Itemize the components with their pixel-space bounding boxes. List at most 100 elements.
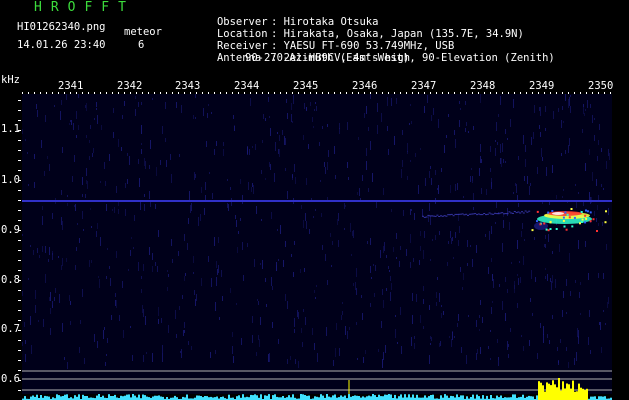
noise-speck	[125, 183, 126, 188]
noise-speck	[493, 279, 494, 288]
noise-speck	[423, 326, 424, 329]
noise-speck	[252, 146, 253, 148]
noise-speck	[327, 162, 328, 170]
noise-speck	[441, 313, 442, 318]
echo-trail	[499, 212, 502, 214]
noise-speck	[380, 250, 381, 258]
noise-speck	[42, 246, 43, 252]
noise-speck	[291, 114, 292, 122]
noise-speck	[577, 328, 578, 337]
amplitude-bar	[268, 394, 270, 400]
echo-speck	[589, 220, 592, 223]
noise-speck	[293, 272, 294, 277]
noise-speck	[495, 148, 496, 156]
amplitude-bar	[362, 396, 364, 400]
noise-speck	[73, 123, 74, 130]
amplitude-bar	[340, 395, 342, 400]
x-minor-tick	[232, 92, 233, 94]
amplitude-bar	[292, 394, 294, 400]
noise-speck	[118, 209, 119, 214]
noise-speck	[370, 94, 371, 99]
noise-speck	[508, 344, 509, 347]
noise-speck	[44, 171, 45, 176]
noise-speck	[491, 307, 492, 314]
x-minor-tick	[418, 92, 419, 94]
noise-speck	[67, 195, 68, 197]
y-minor-tick	[18, 110, 21, 111]
noise-speck	[306, 221, 307, 229]
x-minor-tick	[130, 92, 131, 94]
noise-speck	[319, 142, 320, 146]
noise-speck	[600, 322, 601, 330]
noise-speck	[24, 322, 25, 327]
noise-speck	[85, 194, 86, 198]
noise-speck	[534, 237, 535, 240]
noise-speck	[82, 194, 83, 197]
amplitude-bar	[450, 395, 452, 400]
noise-speck	[480, 144, 481, 152]
noise-speck	[122, 281, 123, 288]
noise-speck	[414, 213, 415, 220]
noise-speck	[70, 321, 71, 325]
amplitude-bar	[594, 396, 596, 400]
noise-speck	[344, 228, 345, 230]
x-tick-label: 2341	[58, 80, 84, 92]
noise-speck	[348, 177, 349, 180]
noise-speck	[66, 258, 67, 262]
noise-speck	[598, 273, 599, 278]
noise-speck	[271, 212, 272, 219]
amplitude-bar	[272, 395, 274, 400]
noise-speck	[383, 300, 384, 308]
x-minor-tick	[70, 92, 71, 94]
noise-speck	[130, 326, 131, 328]
noise-speck	[441, 168, 442, 172]
noise-speck	[381, 113, 382, 122]
noise-speck	[444, 145, 445, 153]
noise-speck	[383, 352, 384, 360]
amplitude-bar	[60, 396, 62, 400]
noise-speck	[309, 229, 310, 234]
noise-speck	[381, 321, 382, 328]
x-minor-tick	[58, 92, 59, 94]
noise-speck	[165, 102, 166, 109]
timestamp: 14.01.26 23:40	[17, 39, 106, 51]
noise-speck	[59, 294, 60, 303]
noise-speck	[86, 135, 87, 138]
noise-speck	[485, 234, 486, 237]
noise-speck	[459, 101, 460, 104]
x-minor-tick	[286, 92, 287, 94]
x-minor-tick	[28, 92, 29, 94]
noise-speck	[150, 202, 151, 207]
noise-speck	[123, 330, 124, 338]
y-minor-tick	[18, 230, 21, 231]
noise-speck	[356, 268, 357, 277]
noise-speck	[127, 179, 128, 184]
noise-speck	[584, 113, 585, 116]
noise-speck	[252, 316, 253, 323]
noise-speck	[66, 94, 67, 100]
noise-speck	[418, 185, 419, 194]
echo-trail	[513, 211, 516, 212]
noise-speck	[500, 158, 501, 164]
noise-speck	[251, 187, 252, 192]
noise-speck	[201, 278, 202, 286]
noise-speck	[603, 310, 604, 312]
noise-speck	[162, 345, 163, 353]
noise-speck	[575, 280, 576, 283]
amplitude-bar	[132, 394, 134, 400]
noise-speck	[590, 104, 591, 108]
noise-speck	[111, 315, 112, 320]
amplitude-bar	[306, 395, 308, 400]
amplitude-bar	[544, 391, 546, 400]
noise-speck	[523, 346, 524, 351]
x-minor-tick	[586, 92, 587, 94]
noise-speck	[353, 283, 354, 286]
noise-speck	[157, 266, 158, 272]
noise-speck	[236, 303, 237, 305]
noise-speck	[261, 219, 262, 221]
amplitude-bar	[74, 395, 76, 400]
noise-speck	[495, 140, 496, 142]
noise-speck	[298, 312, 299, 319]
noise-speck	[601, 347, 602, 353]
noise-speck	[602, 222, 603, 226]
